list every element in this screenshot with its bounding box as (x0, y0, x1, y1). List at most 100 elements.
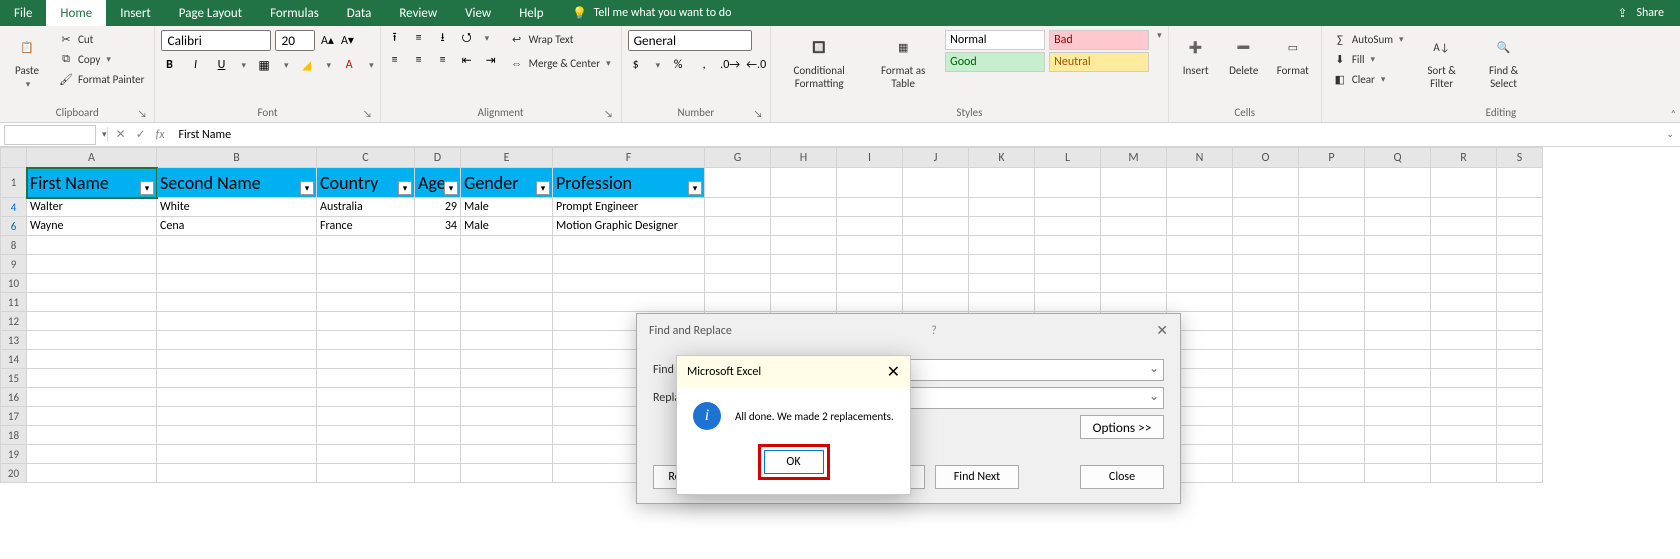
cell[interactable] (317, 445, 415, 464)
cell[interactable] (553, 293, 705, 312)
cell[interactable] (461, 369, 553, 388)
close-icon[interactable]: ✕ (1156, 322, 1168, 339)
cell[interactable] (157, 312, 317, 331)
column-header[interactable]: G (705, 148, 771, 168)
cell[interactable] (837, 293, 903, 312)
cell[interactable] (1365, 274, 1431, 293)
cell[interactable] (1431, 293, 1497, 312)
cell[interactable] (27, 388, 157, 407)
cell[interactable] (705, 217, 771, 236)
cell[interactable] (317, 350, 415, 369)
sort-filter-button[interactable]: A↓Sort & Filter (1414, 30, 1470, 92)
increase-decimal-icon[interactable]: .0→ (722, 57, 738, 73)
align-top-icon[interactable]: ⭱ (387, 30, 403, 46)
column-header[interactable]: B (157, 148, 317, 168)
cell[interactable] (1497, 293, 1543, 312)
select-all-corner[interactable] (1, 148, 27, 168)
wrap-text-button[interactable]: ↩Wrap Text (505, 30, 615, 48)
cell[interactable]: Australia (317, 198, 415, 217)
cell[interactable] (1497, 198, 1543, 217)
row-header[interactable]: 18 (1, 426, 27, 445)
cell[interactable] (27, 293, 157, 312)
cell[interactable] (1101, 168, 1167, 198)
cell[interactable] (461, 350, 553, 369)
cell[interactable] (1431, 255, 1497, 274)
cell[interactable] (1497, 331, 1543, 350)
cell[interactable] (1233, 255, 1299, 274)
row-header[interactable]: 19 (1, 445, 27, 464)
cell[interactable] (415, 293, 461, 312)
cell[interactable] (461, 407, 553, 426)
cell[interactable] (461, 331, 553, 350)
cell[interactable] (27, 350, 157, 369)
cell[interactable]: 29 (415, 198, 461, 217)
collapse-ribbon-icon[interactable]: ˄ (1671, 107, 1676, 120)
cell[interactable] (771, 236, 837, 255)
cell[interactable] (705, 198, 771, 217)
header-cell[interactable]: Second Name▾ (157, 168, 317, 198)
cell[interactable] (771, 293, 837, 312)
row-header[interactable]: 1 (1, 168, 27, 198)
cell[interactable] (1233, 293, 1299, 312)
cell[interactable] (1365, 198, 1431, 217)
delete-cells-button[interactable]: ➖Delete (1223, 30, 1265, 79)
dialog-title-bar[interactable]: Find and Replace ? ✕ (637, 314, 1180, 347)
dialog-launcher-icon[interactable]: ↘ (752, 107, 764, 119)
cell[interactable] (1299, 369, 1365, 388)
increase-indent-icon[interactable]: ⇥ (483, 52, 499, 68)
cell[interactable] (1299, 445, 1365, 464)
dialog-launcher-icon[interactable]: ↘ (603, 107, 615, 119)
cell[interactable] (27, 464, 157, 483)
cell[interactable] (1299, 168, 1365, 198)
cell[interactable] (1101, 236, 1167, 255)
cell[interactable] (1497, 464, 1543, 483)
cell[interactable]: Walter (27, 198, 157, 217)
column-header[interactable]: J (903, 148, 969, 168)
cell[interactable] (1365, 217, 1431, 236)
column-header[interactable]: I (837, 148, 903, 168)
cell[interactable] (415, 350, 461, 369)
cell[interactable] (553, 255, 705, 274)
cell[interactable] (1233, 236, 1299, 255)
cell[interactable] (837, 217, 903, 236)
name-box[interactable] (4, 125, 96, 145)
cell[interactable] (157, 274, 317, 293)
cell[interactable] (705, 293, 771, 312)
cell[interactable] (1431, 217, 1497, 236)
italic-button[interactable]: I (187, 57, 203, 73)
cell[interactable] (157, 388, 317, 407)
paste-button[interactable]: 📋 Paste ▾ (6, 30, 48, 92)
tab-formulas[interactable]: Formulas (256, 0, 333, 26)
cell[interactable] (157, 236, 317, 255)
cell[interactable] (969, 236, 1035, 255)
cell[interactable] (27, 426, 157, 445)
cell[interactable] (1299, 293, 1365, 312)
column-header[interactable]: F (553, 148, 705, 168)
cell[interactable] (1299, 388, 1365, 407)
column-header[interactable]: S (1497, 148, 1543, 168)
header-cell[interactable]: First Name▾ (27, 168, 157, 198)
cell[interactable] (1497, 236, 1543, 255)
cell[interactable] (1497, 369, 1543, 388)
cell[interactable] (1035, 293, 1101, 312)
cell[interactable] (461, 293, 553, 312)
cell[interactable] (27, 445, 157, 464)
cell[interactable] (1299, 331, 1365, 350)
cell[interactable] (1167, 168, 1233, 198)
cell[interactable] (415, 255, 461, 274)
cell[interactable] (317, 426, 415, 445)
tell-me-search[interactable]: 💡 Tell me what you want to do (558, 0, 746, 26)
cell[interactable] (27, 407, 157, 426)
underline-button[interactable]: U (213, 57, 229, 73)
tab-insert[interactable]: Insert (106, 0, 165, 26)
decrease-indent-icon[interactable]: ⇤ (459, 52, 475, 68)
close-button[interactable]: Close (1080, 465, 1164, 489)
cell[interactable] (1233, 388, 1299, 407)
cell[interactable] (317, 388, 415, 407)
cell[interactable] (1101, 217, 1167, 236)
ok-button[interactable]: OK (764, 450, 824, 474)
row-header[interactable]: 6 (1, 217, 27, 236)
cell[interactable] (1431, 464, 1497, 483)
cell[interactable] (837, 236, 903, 255)
cell[interactable] (1167, 236, 1233, 255)
